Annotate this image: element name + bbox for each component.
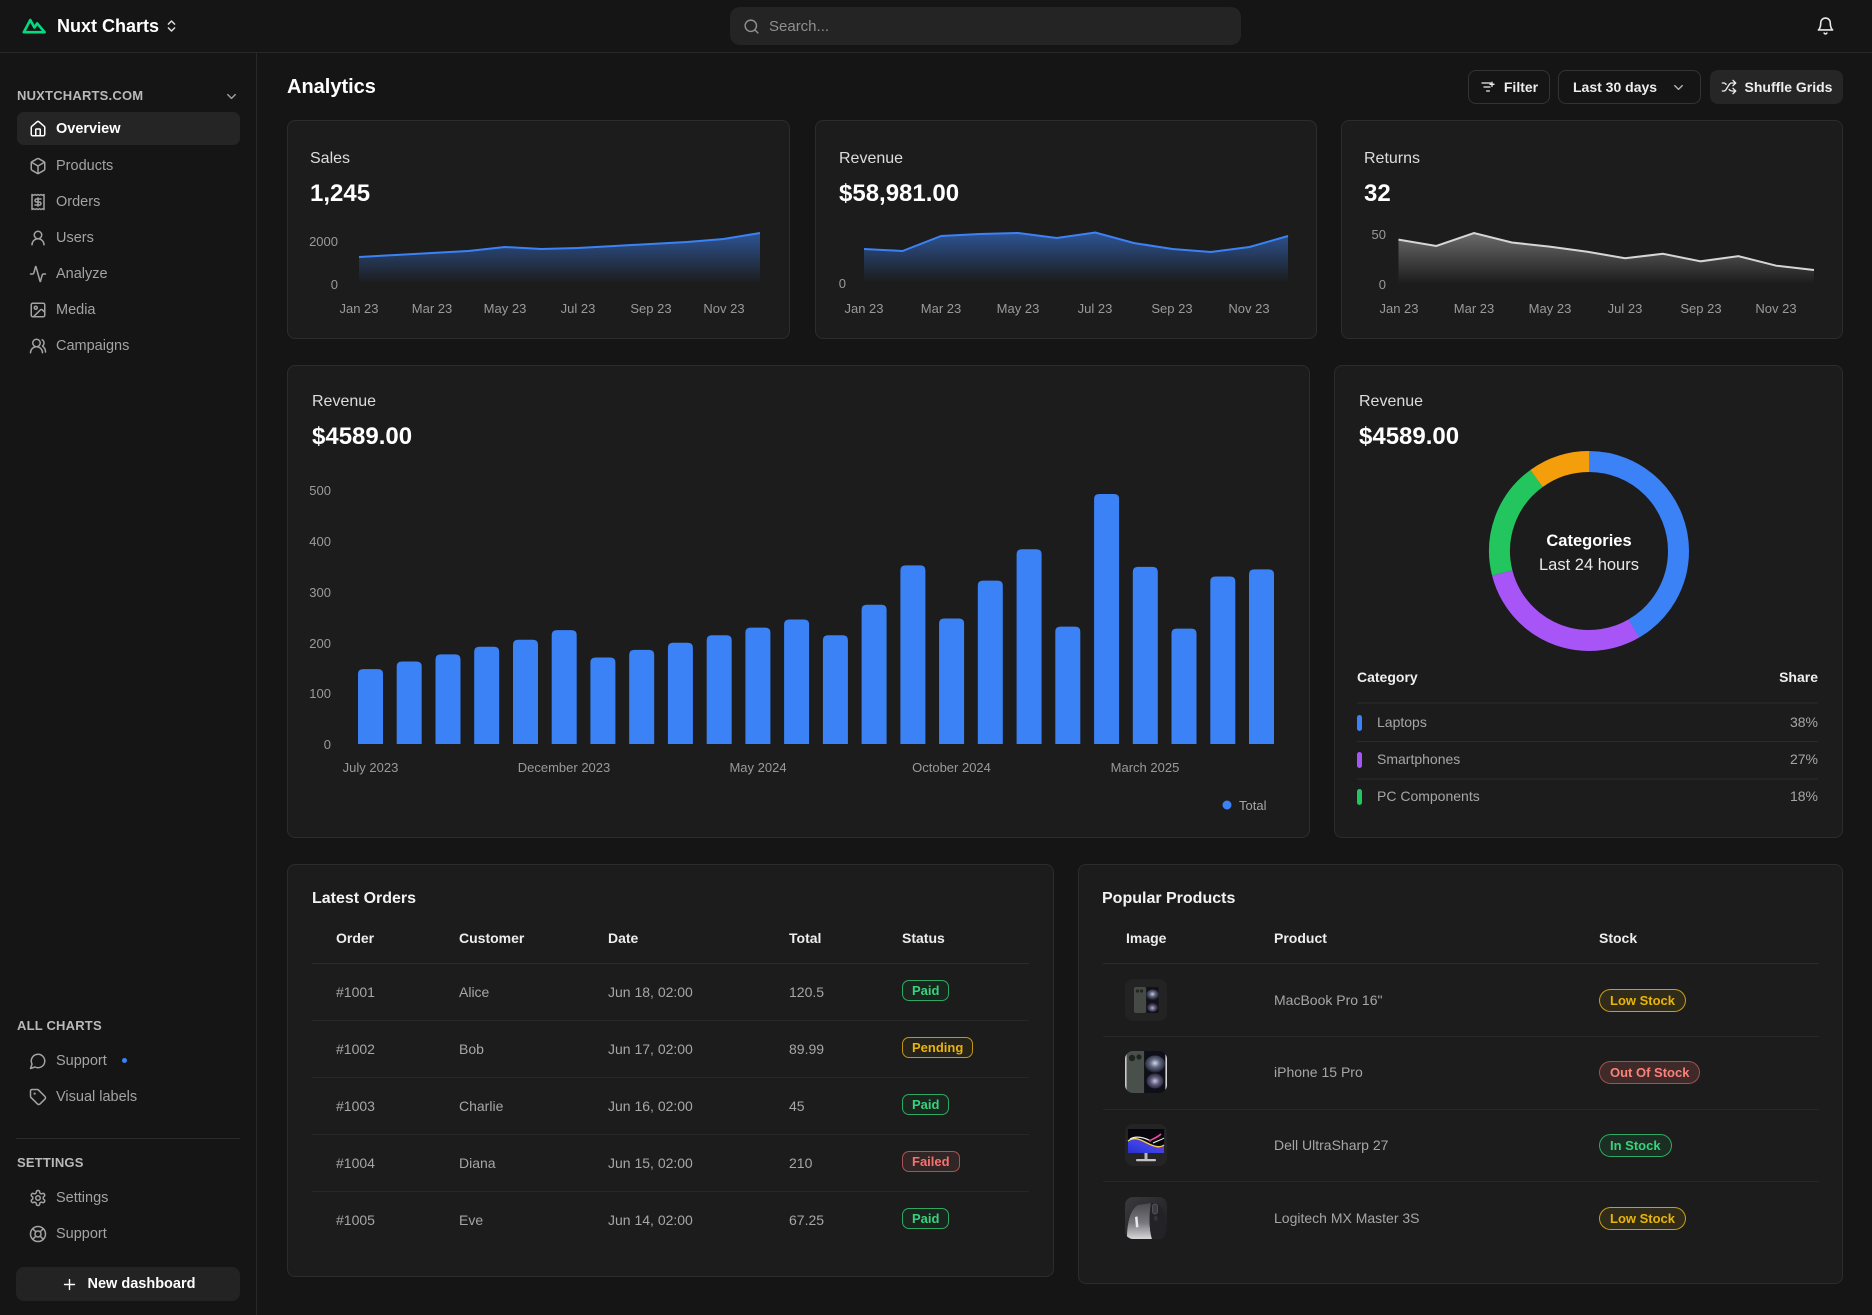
svg-text:Jul 23: Jul 23 [1078,301,1113,316]
svg-text:Nov 23: Nov 23 [1755,301,1796,316]
svg-text:Jul 23: Jul 23 [1608,301,1643,316]
svg-text:Total: Total [1239,798,1267,813]
svg-text:Jan 23: Jan 23 [339,301,378,316]
svg-text:0: 0 [331,277,338,292]
svg-text:October 2024: October 2024 [912,760,991,775]
svg-text:December 2023: December 2023 [518,760,611,775]
svg-text:Jan 23: Jan 23 [844,301,883,316]
svg-text:Categories: Categories [1546,532,1631,550]
svg-text:July 2023: July 2023 [343,760,399,775]
svg-text:May 23: May 23 [484,301,527,316]
svg-text:March 2025: March 2025 [1111,760,1180,775]
svg-text:0: 0 [324,737,331,752]
svg-text:400: 400 [309,534,331,549]
svg-text:PC Components: PC Components [1377,788,1480,804]
svg-text:300: 300 [309,585,331,600]
svg-text:Share: Share [1779,669,1818,685]
svg-text:May 23: May 23 [997,301,1040,316]
svg-text:Sep 23: Sep 23 [1680,301,1721,316]
svg-text:May 23: May 23 [1529,301,1572,316]
svg-text:Jul 23: Jul 23 [561,301,596,316]
svg-text:200: 200 [309,636,331,651]
svg-text:Mar 23: Mar 23 [1454,301,1494,316]
svg-text:Laptops: Laptops [1377,714,1427,730]
svg-text:38%: 38% [1790,714,1818,730]
svg-text:500: 500 [309,483,331,498]
svg-text:Jan 23: Jan 23 [1379,301,1418,316]
svg-text:Last 24 hours: Last 24 hours [1539,556,1639,574]
svg-text:Nov 23: Nov 23 [703,301,744,316]
svg-text:18%: 18% [1790,788,1818,804]
svg-text:0: 0 [839,276,846,291]
svg-text:Category: Category [1357,669,1418,685]
svg-text:Smartphones: Smartphones [1377,751,1460,767]
svg-text:50: 50 [1372,227,1386,242]
svg-text:Sep 23: Sep 23 [1151,301,1192,316]
svg-text:27%: 27% [1790,751,1818,767]
svg-text:Nov 23: Nov 23 [1228,301,1269,316]
svg-text:Sep 23: Sep 23 [630,301,671,316]
svg-text:May 2024: May 2024 [729,760,786,775]
svg-text:0: 0 [1379,277,1386,292]
svg-text:2000: 2000 [309,234,338,249]
svg-text:Mar 23: Mar 23 [921,301,961,316]
svg-text:Mar 23: Mar 23 [412,301,452,316]
svg-text:100: 100 [309,686,331,701]
